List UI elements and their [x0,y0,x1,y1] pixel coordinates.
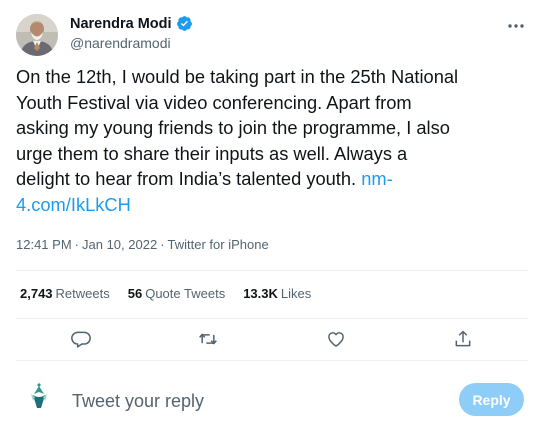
quote-tweets-stat[interactable]: 56 Quote Tweets [128,286,225,301]
user-avatar-icon [31,383,47,408]
avatar-image [16,14,58,56]
divider [16,360,528,361]
tweet-text-line: delight to hear from India’s talented yo… [16,168,357,189]
retweets-label: Retweets [55,286,110,301]
tweet-link-part2[interactable]: 4.com/IkLkCH [16,194,131,215]
like-icon[interactable] [324,327,348,351]
meta-separator: · [160,237,165,252]
retweets-count: 2,743 [20,286,53,301]
tweet-text-line: On the 12th, I would be taking part in t… [16,66,459,87]
reply-input[interactable] [72,388,432,414]
likes-count: 13.3K [243,286,278,301]
author-name[interactable]: Narendra Modi [70,15,193,32]
tweet-date[interactable]: Jan 10, 2022 [82,237,157,252]
reply-icon[interactable] [69,327,93,351]
tweet-text-line: Youth Festival via video conferencing. A… [16,91,412,113]
divider [16,318,528,319]
tweet-stats: 2,743 Retweets 56 Quote Tweets 13.3K Likes [20,286,311,301]
quote-tweets-label: Quote Tweets [145,286,226,301]
tweet-link-part1[interactable]: nm- [361,168,392,189]
tweet-source[interactable]: Twitter for iPhone [168,237,269,252]
tweet-meta: 12:41 PM · Jan 10, 2022 · Twitter for iPhone [16,237,269,252]
reply-button[interactable]: Reply [459,383,524,416]
retweet-icon[interactable] [196,327,220,351]
author-handle[interactable]: @narendramodi [70,35,171,51]
more-options-icon[interactable] [504,16,528,36]
likes-stat[interactable]: 13.3K Likes [243,286,311,301]
tweet-detail: Narendra Modi @narendramodi On the 12th,… [0,0,544,426]
divider [16,270,528,271]
tweet-actions [16,322,528,356]
tweet-time[interactable]: 12:41 PM [16,237,72,252]
tweet-text-line: asking my young friends to join the prog… [16,117,450,138]
meta-separator: · [74,237,79,252]
retweets-stat[interactable]: 2,743 Retweets [20,286,110,301]
share-icon[interactable] [451,327,475,351]
tweet-text-line: urge them to share their inputs as well.… [16,142,408,164]
author-name-text: Narendra Modi [70,15,172,32]
tweet-text: On the 12th, I would be taking part in t… [16,64,532,217]
quote-tweets-count: 56 [127,286,143,301]
likes-label: Likes [280,286,312,301]
author-avatar[interactable] [16,14,58,56]
verified-badge-icon [176,16,192,31]
user-avatar[interactable] [22,380,56,414]
